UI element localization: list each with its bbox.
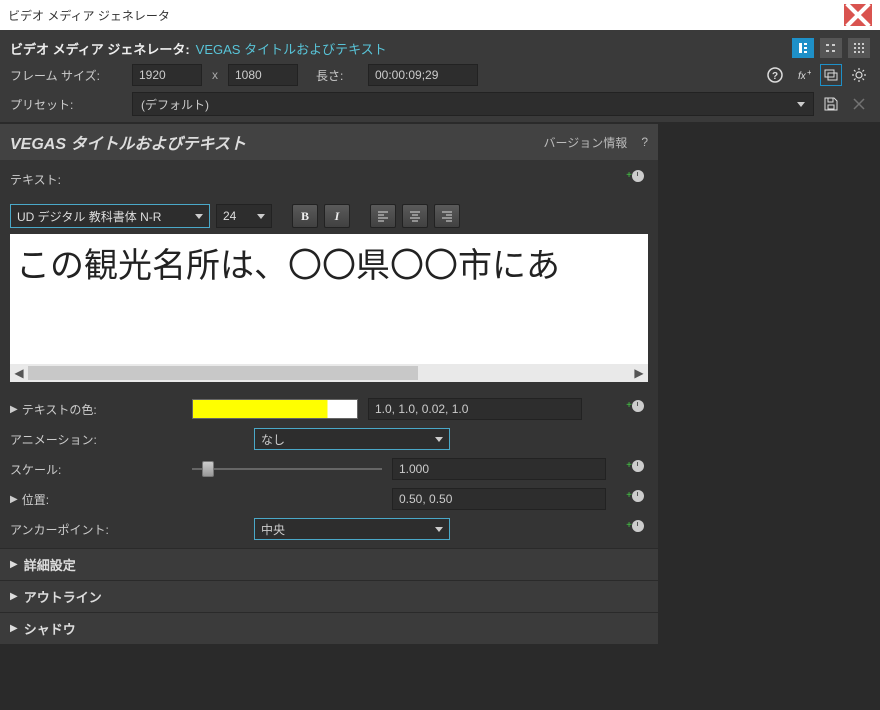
clock-icon — [632, 490, 644, 502]
position-keyframe-button[interactable]: + — [626, 490, 644, 502]
expander-icon: ▶ — [10, 559, 18, 570]
dropdown-arrow-icon — [797, 102, 805, 107]
frame-size-label: フレーム サイズ: — [10, 67, 126, 84]
save-icon — [823, 96, 839, 112]
gear-icon — [851, 67, 867, 83]
length-input[interactable] — [368, 64, 478, 86]
scroll-left-arrow-icon[interactable]: ◀ — [10, 364, 28, 382]
anchor-select[interactable]: 中央 — [254, 518, 450, 540]
titlebar: ビデオ メディア ジェネレータ — [0, 0, 880, 30]
dropdown-arrow-icon — [195, 214, 203, 219]
position-value[interactable] — [392, 488, 606, 510]
advanced-group-header[interactable]: ▶ 詳細設定 — [0, 548, 658, 580]
align-right-button[interactable] — [434, 204, 460, 228]
color-keyframe-button[interactable]: + — [626, 400, 644, 412]
fx-icon: fx+ — [795, 67, 811, 83]
font-family-select[interactable]: UD デジタル 教科書体 N-R — [10, 204, 210, 228]
italic-icon: I — [335, 209, 340, 224]
align-center-icon — [408, 209, 422, 223]
clock-icon — [632, 520, 644, 532]
help-icon: ? — [767, 67, 783, 83]
svg-text:fx: fx — [798, 71, 807, 82]
text-content: この観光名所は、〇〇県〇〇市にあ — [10, 234, 648, 291]
bold-button[interactable]: B — [292, 204, 318, 228]
preset-label: プリセット: — [10, 96, 126, 113]
scale-value[interactable] — [392, 458, 606, 480]
align-center-button[interactable] — [402, 204, 428, 228]
delete-icon — [851, 96, 867, 112]
align-left-icon — [376, 209, 390, 223]
dropdown-arrow-icon — [435, 437, 443, 442]
text-color-swatch[interactable] — [192, 399, 358, 419]
scale-keyframe-button[interactable]: + — [626, 460, 644, 472]
position-label: 位置: — [22, 491, 49, 508]
scroll-right-arrow-icon[interactable]: ▶ — [630, 364, 648, 382]
generator-label: ビデオ メディア ジェネレータ: — [10, 39, 190, 58]
frame-height-input[interactable] — [228, 64, 298, 86]
overlay-icon — [823, 67, 839, 83]
clock-icon — [632, 170, 644, 182]
layout-grid-button[interactable] — [848, 38, 870, 58]
help-button[interactable]: ? — [764, 64, 786, 86]
panel-help-link[interactable]: ? — [641, 135, 648, 149]
shadow-group-header[interactable]: ▶ シャドウ — [0, 612, 658, 644]
font-size-select[interactable]: 24 — [216, 204, 272, 228]
text-color-value[interactable] — [368, 398, 582, 420]
header-chrome: ビデオ メディア ジェネレータ: VEGAS タイトルおよびテキスト フレーム … — [0, 30, 880, 122]
fx-button[interactable]: fx+ — [792, 64, 814, 86]
align-right-icon — [440, 209, 454, 223]
expander-icon: ▶ — [10, 623, 18, 634]
bold-icon: B — [301, 209, 309, 224]
slider-thumb[interactable] — [202, 461, 214, 477]
animation-label: アニメーション: — [10, 431, 97, 448]
frame-x-label: x — [208, 68, 222, 82]
expander-icon[interactable]: ▶ — [10, 404, 18, 415]
clock-icon — [632, 400, 644, 412]
preset-value: (デフォルト) — [141, 96, 209, 113]
text-label: テキスト: — [10, 171, 180, 188]
plugin-name[interactable]: VEGAS タイトルおよびテキスト — [196, 39, 387, 58]
scale-slider[interactable] — [192, 459, 382, 479]
anchor-keyframe-button[interactable]: + — [626, 520, 644, 532]
italic-button[interactable]: I — [324, 204, 350, 228]
close-button[interactable] — [844, 4, 872, 26]
dropdown-arrow-icon — [257, 214, 265, 219]
text-editor[interactable]: この観光名所は、〇〇県〇〇市にあ — [10, 234, 648, 364]
text-keyframe-button[interactable]: + — [626, 170, 644, 182]
scrollbar-thumb[interactable] — [28, 366, 418, 380]
text-color-label: テキストの色: — [22, 401, 97, 418]
svg-text:+: + — [807, 68, 811, 77]
svg-text:?: ? — [772, 71, 778, 82]
align-left-button[interactable] — [370, 204, 396, 228]
delete-preset-button — [848, 93, 870, 115]
frame-width-input[interactable] — [132, 64, 202, 86]
anchor-label: アンカーポイント: — [10, 521, 109, 538]
preset-select[interactable]: (デフォルト) — [132, 92, 814, 116]
outline-group-header[interactable]: ▶ アウトライン — [0, 580, 658, 612]
expander-icon: ▶ — [10, 591, 18, 602]
expander-icon[interactable]: ▶ — [10, 494, 18, 505]
animation-select[interactable]: なし — [254, 428, 450, 450]
clock-icon — [632, 460, 644, 472]
layout-list-button[interactable] — [820, 38, 842, 58]
panel-title: VEGAS タイトルおよびテキスト — [10, 130, 246, 154]
version-info-link[interactable]: バージョン情報 — [544, 134, 628, 151]
properties-panel: VEGAS タイトルおよびテキスト バージョン情報 ? テキスト: + UD デ… — [0, 124, 658, 644]
window-title: ビデオ メディア ジェネレータ — [8, 7, 170, 24]
text-horizontal-scrollbar[interactable]: ◀ ▶ — [10, 364, 648, 382]
overlay-button[interactable] — [820, 64, 842, 86]
dropdown-arrow-icon — [435, 527, 443, 532]
close-icon — [844, 1, 872, 29]
save-preset-button[interactable] — [820, 93, 842, 115]
layout-single-button[interactable] — [792, 38, 814, 58]
scale-label: スケール: — [10, 461, 61, 478]
length-label: 長さ: — [316, 67, 362, 84]
settings-button[interactable] — [848, 64, 870, 86]
